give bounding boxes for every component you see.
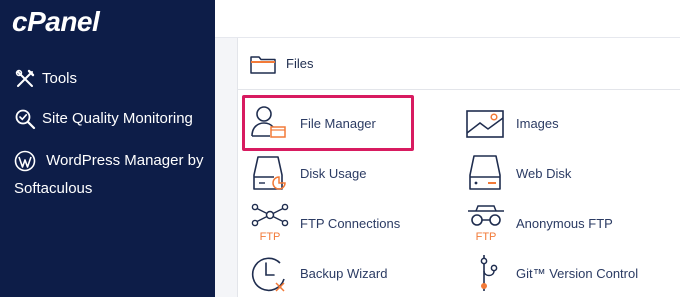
sidebar-item-wordpress-manager[interactable]: WordPress Manager by Softaculous bbox=[14, 147, 209, 203]
sidebar-item-text: WordPress Manager by Softaculous bbox=[14, 152, 204, 197]
web-disk-icon bbox=[466, 153, 506, 193]
cpanel-logo[interactable]: cPanel bbox=[12, 6, 100, 38]
sidebar-item-label: Site Quality Monitoring bbox=[42, 110, 193, 127]
tool-label: Disk Usage bbox=[300, 165, 367, 181]
web-disk-link[interactable]: Web Disk bbox=[466, 153, 571, 193]
magnifier-check-icon bbox=[14, 108, 36, 130]
git-icon bbox=[466, 253, 506, 293]
tool-label: Web Disk bbox=[516, 165, 572, 181]
disk-usage-icon bbox=[250, 153, 290, 193]
sidebar-item-tools[interactable]: Tools bbox=[14, 68, 77, 90]
tool-label: Images bbox=[516, 115, 559, 131]
images-icon bbox=[466, 103, 506, 143]
disk-usage-link[interactable]: Disk Usage bbox=[250, 153, 366, 193]
backup-wizard-icon bbox=[250, 253, 290, 293]
folder-icon bbox=[250, 54, 276, 74]
files-section-header[interactable]: Files bbox=[238, 38, 680, 90]
top-bar bbox=[215, 0, 680, 38]
backup-wizard-link[interactable]: Backup Wizard bbox=[250, 253, 387, 293]
sidebar-item-label: Tools bbox=[42, 70, 78, 87]
sidebar: cPanel Tools Site Quality Monitoring Wor… bbox=[0, 0, 215, 297]
ftp-badge: FTP bbox=[476, 231, 497, 243]
anonymous-ftp-link[interactable]: FTP Anonymous FTP bbox=[466, 203, 613, 243]
tool-label: Git™ Version Control bbox=[516, 265, 639, 281]
ftp-badge: FTP bbox=[260, 231, 281, 243]
wordpress-icon bbox=[14, 150, 36, 172]
sidebar-item-site-quality-monitoring[interactable]: Site Quality Monitoring bbox=[14, 108, 193, 130]
ftp-connections-link[interactable]: FTP FTP Connections bbox=[250, 203, 400, 243]
images-link[interactable]: Images bbox=[466, 103, 559, 143]
tools-icon bbox=[14, 68, 36, 90]
ftp-connections-icon: FTP bbox=[250, 203, 290, 243]
tool-label: FTP Connections bbox=[300, 215, 401, 231]
git-version-control-link[interactable]: Git™ Version Control bbox=[466, 253, 638, 293]
sidebar-item-label: WordPress Manager by Softaculous bbox=[14, 147, 209, 203]
anonymous-ftp-icon: FTP bbox=[466, 203, 506, 243]
file-manager-highlight bbox=[242, 95, 414, 151]
tool-label: Backup Wizard bbox=[300, 265, 388, 281]
tool-label: Anonymous FTP bbox=[516, 215, 613, 231]
section-title: Files bbox=[286, 56, 314, 71]
